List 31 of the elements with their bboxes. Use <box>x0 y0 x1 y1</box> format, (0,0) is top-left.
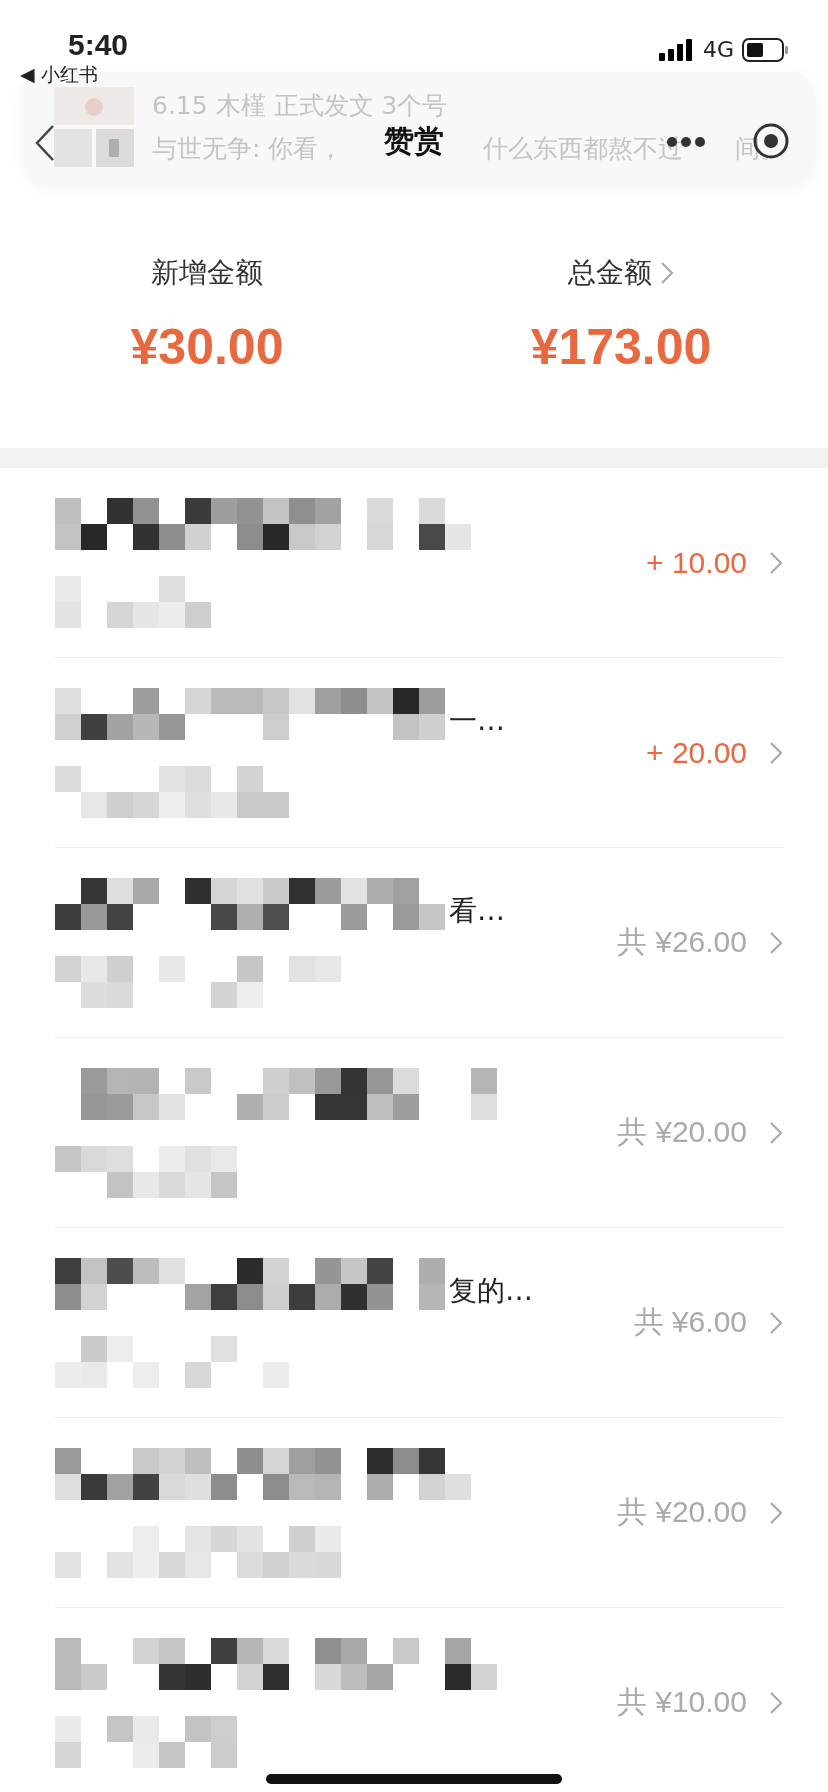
item-amount: 共 ¥26.00 <box>616 924 747 960</box>
chevron-right-icon <box>769 550 783 575</box>
reward-list-item[interactable]: 看… 共 ¥26.00 <box>55 848 783 1038</box>
network-label: 4G <box>702 37 734 62</box>
reward-list-item[interactable]: 复的… 共 ¥6.00 <box>55 1228 783 1418</box>
summary-label[interactable]: 总金额 <box>568 254 652 292</box>
item-amount: + 20.00 <box>646 735 747 770</box>
back-icon[interactable] <box>34 124 56 162</box>
chevron-right-icon <box>769 1310 783 1335</box>
chevron-right-icon <box>769 1120 783 1145</box>
item-amount: 共 ¥20.00 <box>616 1494 747 1530</box>
item-amount: 共 ¥10.00 <box>616 1684 747 1720</box>
chevron-right-icon <box>769 1690 783 1715</box>
chevron-right-icon <box>769 930 783 955</box>
signal-icon <box>658 38 695 61</box>
status-time: 5:40 <box>68 28 129 62</box>
item-amount: 共 ¥20.00 <box>616 1114 747 1150</box>
item-amount: + 10.00 <box>646 545 747 580</box>
reward-list-item[interactable]: 一… + 20.00 <box>55 658 783 848</box>
summary-amount: ¥30.00 <box>130 318 284 376</box>
chevron-right-icon <box>769 740 783 765</box>
summary-amount: ¥173.00 <box>530 318 712 376</box>
battery-icon <box>742 37 790 62</box>
item-title: 一… <box>449 702 505 739</box>
page-title: 赞赏 <box>384 121 444 160</box>
item-title: 看… <box>449 892 505 929</box>
chevron-right-icon <box>660 261 674 285</box>
item-amount: 共 ¥6.00 <box>633 1304 747 1340</box>
summary-label: 新增金额 <box>151 255 263 291</box>
item-title: 复的… <box>449 1272 533 1309</box>
chevron-right-icon <box>769 1500 783 1525</box>
